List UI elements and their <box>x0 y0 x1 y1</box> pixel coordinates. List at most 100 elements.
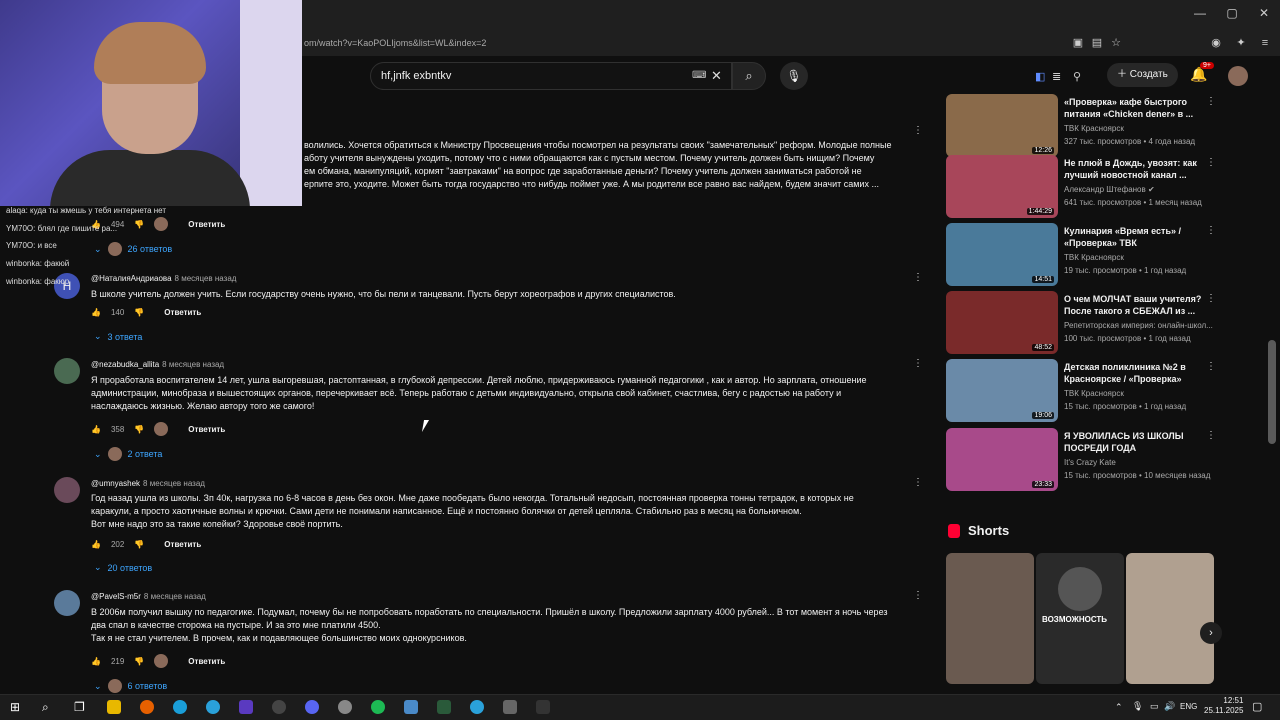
dislike-icon[interactable]: 👎 <box>134 220 144 229</box>
search-input[interactable]: hf,jnfk exbntkv <box>370 62 732 90</box>
app-icon[interactable] <box>536 700 550 714</box>
app-icon[interactable] <box>338 700 352 714</box>
recommended-video[interactable]: 14:51 Кулинария «Время есть» / «Проверка»… <box>946 223 1216 287</box>
recommended-video[interactable]: 48:52 О чем МОЛЧАТ ваши учителя? После та… <box>946 291 1216 355</box>
microphone-icon[interactable]: 🎙 <box>1132 701 1143 712</box>
clock[interactable]: 12:51 25.11.2025 <box>1204 696 1243 716</box>
spotify-icon[interactable] <box>371 700 385 714</box>
telegram-icon[interactable] <box>206 700 220 714</box>
video-thumbnail[interactable]: 12:26 <box>946 94 1058 157</box>
keyboard-icon[interactable]: ⌨ <box>692 70 706 81</box>
clear-search-icon[interactable]: ✕ <box>711 68 722 84</box>
video-thumbnail[interactable]: 19:06 <box>946 359 1058 422</box>
like-icon[interactable]: 👍 <box>91 657 101 666</box>
dislike-icon[interactable]: 👎 <box>134 657 144 666</box>
comment-menu-icon[interactable]: ⋮ <box>913 590 923 601</box>
shorts-thumbnail[interactable]: ВОЗМОЖНОСТЬ <box>1036 553 1124 684</box>
puzzle-icon[interactable]: ✦ <box>1234 36 1248 50</box>
video-title[interactable]: О чем МОЛЧАТ ваши учителя? После такого … <box>1064 293 1204 317</box>
comment-time[interactable]: 8 месяцев назад <box>162 360 224 369</box>
channel-name[interactable]: It's Crazy Kate <box>1064 458 1116 467</box>
recommended-video[interactable]: 19:06 Детская поликлиника №2 в Красноярск… <box>946 359 1216 423</box>
shorts-thumbnail[interactable] <box>946 553 1034 684</box>
comment-time[interactable]: 8 месяцев назад <box>175 274 237 283</box>
windows-start-icon[interactable]: ⊞ <box>10 700 20 714</box>
like-icon[interactable]: 👍 <box>91 540 101 549</box>
reply-button[interactable]: Ответить <box>164 308 201 317</box>
minimize-icon[interactable]: — <box>1184 6 1216 20</box>
reply-button[interactable]: Ответить <box>188 657 225 666</box>
comment-time[interactable]: 8 месяцев назад <box>144 592 206 601</box>
comment-menu-icon[interactable]: ⋮ <box>913 125 923 136</box>
kebab-menu-icon[interactable]: ⋮ <box>1206 361 1216 372</box>
extension-icon[interactable]: ≣ <box>1052 70 1061 83</box>
comment-menu-icon[interactable]: ⋮ <box>913 477 923 488</box>
recommended-video[interactable]: 12:26 «Проверка» кафе быстрого питания «C… <box>946 94 1216 158</box>
shorts-thumbnail[interactable] <box>1126 553 1214 684</box>
kebab-menu-icon[interactable]: ⋮ <box>1206 225 1216 236</box>
shorts-next-button[interactable]: › <box>1200 622 1222 644</box>
comment-author[interactable]: @PavelS-m5r 8 месяцев назад <box>91 592 206 601</box>
comment-time[interactable]: 8 месяцев назад <box>143 479 205 488</box>
task-view-icon[interactable]: ❐ <box>74 700 85 714</box>
app-icon[interactable] <box>404 700 418 714</box>
author-name[interactable]: @umnyashek <box>91 479 140 488</box>
kebab-menu-icon[interactable]: ⋮ <box>1206 430 1216 441</box>
channel-name[interactable]: ТВК Красноярск <box>1064 253 1124 262</box>
like-icon[interactable]: 👍 <box>91 308 101 317</box>
edge-icon[interactable] <box>173 700 187 714</box>
video-thumbnail[interactable]: 14:51 <box>946 223 1058 286</box>
kebab-menu-icon[interactable]: ⋮ <box>1206 293 1216 304</box>
notification-center-icon[interactable]: ▢ <box>1252 700 1262 713</box>
replies-toggle[interactable]: ⌄ 20 ответов <box>94 562 152 573</box>
avatar[interactable] <box>54 358 80 384</box>
file-explorer-icon[interactable] <box>107 700 121 714</box>
app-icon[interactable] <box>437 700 451 714</box>
dislike-icon[interactable]: 👎 <box>134 540 144 549</box>
recommended-video[interactable]: 23:33 Я УВОЛИЛАСЬ ИЗ ШКОЛЫ ПОСРЕДИ ГОДА It… <box>946 428 1216 492</box>
reply-button[interactable]: Ответить <box>188 425 225 434</box>
video-title[interactable]: Я УВОЛИЛАСЬ ИЗ ШКОЛЫ ПОСРЕДИ ГОДА <box>1064 430 1204 454</box>
video-thumbnail[interactable]: 1:44:29 <box>946 155 1058 218</box>
reply-button[interactable]: Ответить <box>164 540 201 549</box>
network-icon[interactable]: ▭ <box>1150 701 1159 712</box>
like-icon[interactable]: 👍 <box>91 425 101 434</box>
channel-name[interactable]: ТВК Красноярск <box>1064 124 1124 133</box>
extension-icon[interactable]: ◧ <box>1035 70 1045 83</box>
volume-icon[interactable]: 🔊 <box>1164 701 1175 712</box>
video-title[interactable]: «Проверка» кафе быстрого питания «Chicke… <box>1064 96 1204 120</box>
app-icon[interactable] <box>239 700 253 714</box>
comment-author[interactable]: @НаталияАндриаова 8 месяцев назад <box>91 274 236 283</box>
author-name[interactable]: @НаталияАндриаова <box>91 274 172 283</box>
maximize-icon[interactable]: ▢ <box>1216 6 1248 20</box>
kebab-menu-icon[interactable]: ⋮ <box>1206 157 1216 168</box>
obs-icon[interactable] <box>272 700 286 714</box>
scrollbar-thumb[interactable] <box>1268 340 1276 444</box>
replies-toggle[interactable]: ⌄ 2 ответа <box>94 447 162 461</box>
video-title[interactable]: Детская поликлиника №2 в Красноярске / «… <box>1064 361 1204 385</box>
extension-icon[interactable]: ⚲ <box>1073 70 1081 83</box>
account-avatar[interactable] <box>1228 66 1248 86</box>
comment-author[interactable]: @nezabudka_allita 8 месяцев назад <box>91 360 224 369</box>
reply-button[interactable]: Ответить <box>188 220 225 229</box>
bookmark-star-icon[interactable]: ☆ <box>1109 36 1123 50</box>
author-name[interactable]: @nezabudka_allita <box>91 360 159 369</box>
extension-icon[interactable]: ◉ <box>1209 36 1223 50</box>
replies-toggle[interactable]: ⌄ 3 ответа <box>94 331 142 342</box>
voice-search-button[interactable]: 🎙 <box>780 62 808 90</box>
video-thumbnail[interactable]: 23:33 <box>946 428 1058 491</box>
discord-icon[interactable] <box>305 700 319 714</box>
close-icon[interactable]: ✕ <box>1248 6 1280 20</box>
reader-icon[interactable]: ▤ <box>1090 36 1104 50</box>
screenshot-icon[interactable]: ▣ <box>1071 36 1085 50</box>
comment-menu-icon[interactable]: ⋮ <box>913 358 923 369</box>
channel-name[interactable]: Репетиторская империя: онлайн-школ... <box>1064 321 1213 330</box>
tray-chevron-icon[interactable]: ⌃ <box>1115 702 1123 713</box>
replies-toggle[interactable]: ⌄ 26 ответов <box>94 242 172 256</box>
menu-icon[interactable]: ≡ <box>1258 36 1272 50</box>
settings-icon[interactable] <box>503 700 517 714</box>
recommended-video[interactable]: 1:44:29 Не плюй в Дождь, увозят: как лучш… <box>946 155 1216 219</box>
video-title[interactable]: Кулинария «Время есть» / «Проверка» ТВК <box>1064 225 1204 249</box>
replies-toggle[interactable]: ⌄ 6 ответов <box>94 679 167 693</box>
telegram-icon[interactable] <box>470 700 484 714</box>
